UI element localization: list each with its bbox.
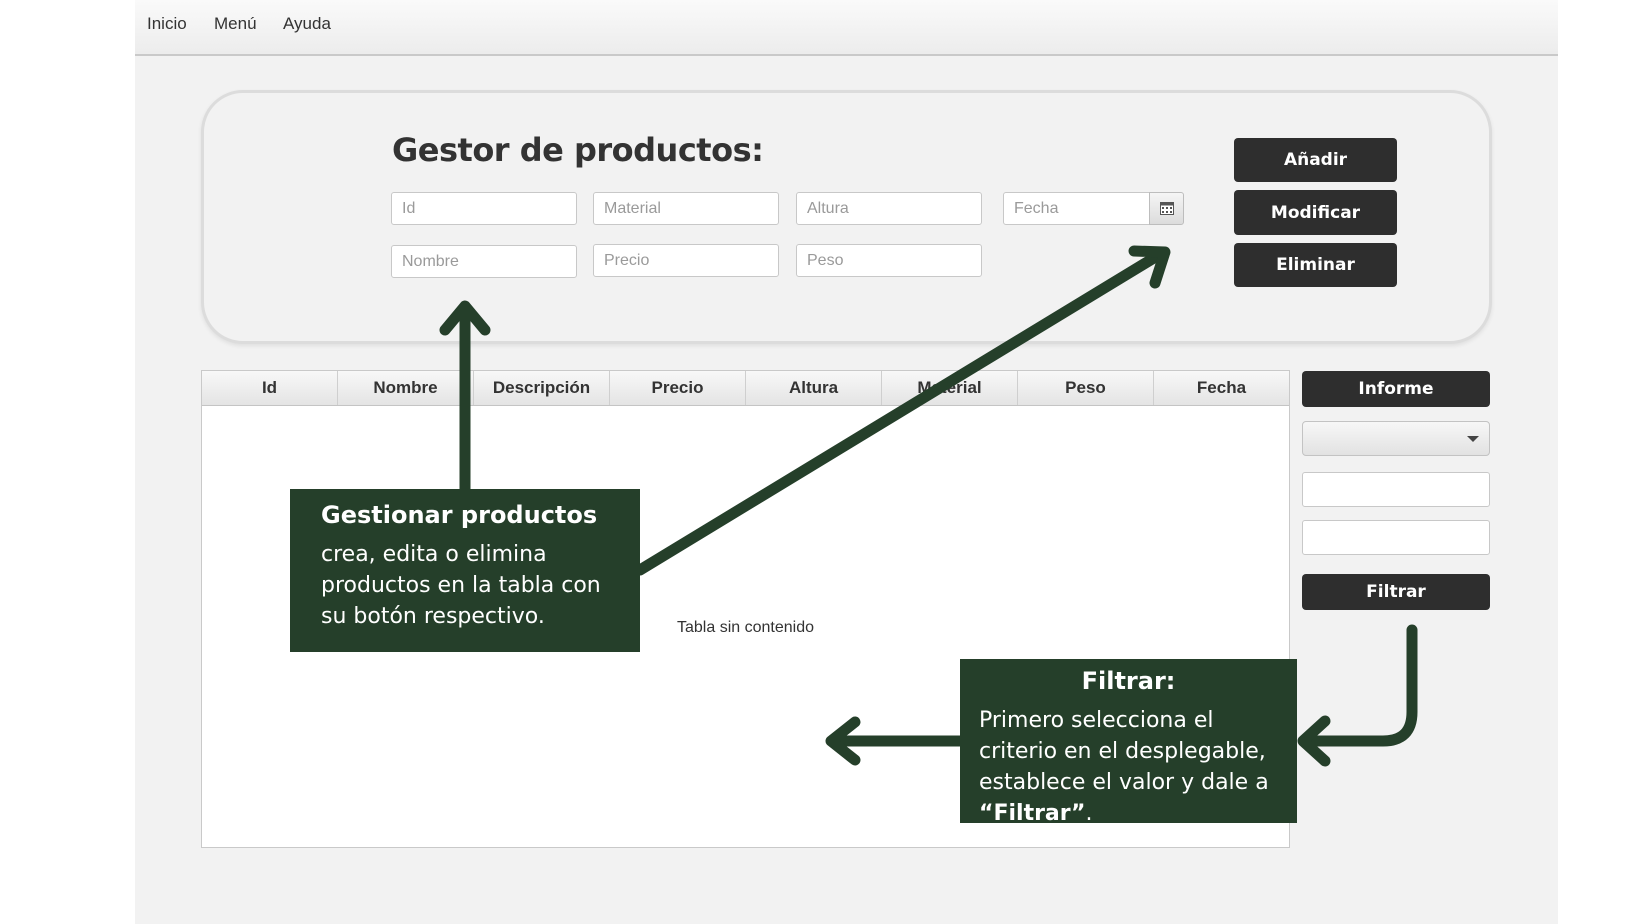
manage-callout-title: Gestionar productos <box>321 501 598 529</box>
annotation-arrows <box>439 245 1418 767</box>
manage-products-callout: Gestionar productos crea, edita o elimin… <box>290 489 640 652</box>
filter-callout-text: Primero selecciona el criterio en el des… <box>979 705 1293 829</box>
filter-callout-text-bold: “Filtrar” <box>979 801 1086 826</box>
arrow-to-buttons <box>634 247 1168 576</box>
filter-callout-text-end: . <box>1085 801 1093 826</box>
manage-callout-text: crea, edita o elimina productos en la ta… <box>321 542 601 629</box>
filter-callout-text-main: Primero selecciona el criterio en el des… <box>979 708 1269 795</box>
filter-callout: Filtrar: Primero selecciona el criterio … <box>960 659 1297 826</box>
filter-callout-title: Filtrar: <box>1081 667 1176 695</box>
